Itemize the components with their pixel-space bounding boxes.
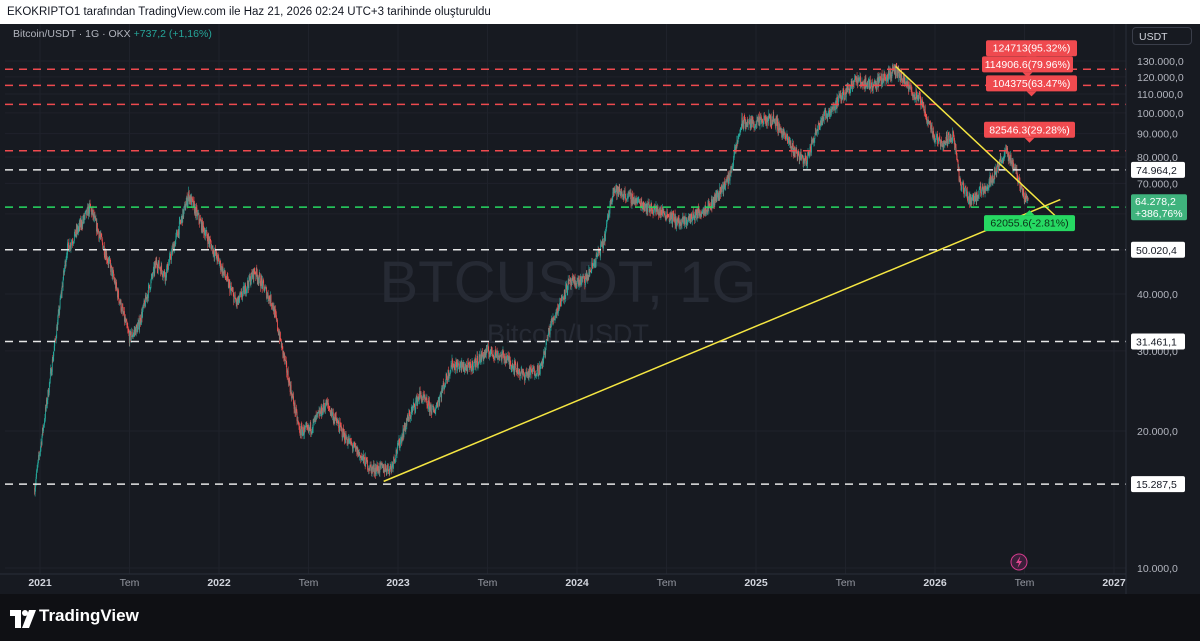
- axis-level-text: 50.020,4: [1136, 245, 1177, 257]
- candle: [431, 404, 433, 410]
- candle: [794, 147, 796, 158]
- candle: [935, 131, 937, 144]
- candle: [838, 90, 840, 102]
- currency-button[interactable]: USDT: [1132, 27, 1192, 45]
- candle: [624, 186, 626, 196]
- watermark-description: Bitcoin/USDT: [487, 319, 649, 349]
- candle: [568, 278, 570, 285]
- axis-level-text: 74.964,2: [1136, 165, 1177, 177]
- trendline[interactable]: [383, 198, 1061, 483]
- time-tick-label: 2023: [386, 577, 410, 589]
- candle: [843, 88, 845, 104]
- target-label-text: 114906.6(79.96%): [985, 59, 1071, 71]
- target-label-text: 104375(63.47%): [993, 78, 1071, 90]
- axis-level-label[interactable]: 50.020,4: [1131, 241, 1185, 258]
- candle: [452, 366, 454, 373]
- candle: [663, 208, 665, 214]
- symbol-change: +737,2 (+1,16%): [133, 28, 212, 40]
- target-label[interactable]: 62055.6(-2.81%): [984, 210, 1075, 232]
- price-tick-label: 20.000,0: [1137, 426, 1178, 438]
- candle: [176, 229, 178, 236]
- time-tick-label: 2025: [744, 577, 768, 589]
- candle: [931, 122, 933, 134]
- candle: [233, 296, 235, 304]
- candle: [728, 170, 730, 179]
- axis-level-label[interactable]: 31.461,1: [1131, 333, 1185, 350]
- candle: [798, 149, 800, 157]
- candle: [158, 257, 160, 269]
- price-tick-label: 90.000,0: [1137, 129, 1178, 141]
- current-price-value: 64.278,2: [1135, 196, 1176, 208]
- target-label[interactable]: 104375(63.47%): [986, 75, 1077, 97]
- target-label[interactable]: 114906.6(79.96%): [982, 56, 1073, 78]
- price-tick-label: 130.000,0: [1137, 56, 1184, 68]
- price-tick-label: 110.000,0: [1137, 89, 1183, 101]
- level-labels: 124713(95.32%) 114906.6(79.96%) 104375(63.…: [982, 40, 1077, 232]
- time-tick-label: 2022: [207, 577, 231, 589]
- candle: [747, 122, 749, 130]
- time-tick-label: 2024: [565, 577, 589, 589]
- symbol-name[interactable]: Bitcoin/USDT · 1G · OKX: [13, 28, 131, 40]
- candle: [118, 288, 119, 300]
- time-tick-label: Tem: [1015, 577, 1035, 589]
- candle: [387, 463, 389, 474]
- time-tick-label: Tem: [120, 577, 140, 589]
- current-price-label[interactable]: 64.278,2+386,76%: [1131, 194, 1187, 221]
- time-tick-label: Tem: [299, 577, 319, 589]
- lightning-icon[interactable]: [1010, 553, 1028, 571]
- candle: [53, 351, 55, 361]
- current-price-change: +386,76%: [1135, 208, 1183, 220]
- candle: [582, 273, 584, 282]
- price-tick-label: 40.000,0: [1137, 289, 1178, 301]
- candle: [131, 328, 133, 339]
- price-tick-label: 70.000,0: [1137, 178, 1178, 190]
- target-label-text: 62055.6(-2.81%): [990, 218, 1068, 230]
- candle: [1004, 150, 1006, 158]
- price-tick-label: 100.000,0: [1137, 108, 1184, 120]
- axis-level-label[interactable]: 15.287,5: [1131, 476, 1185, 493]
- tradingview-logo-icon[interactable]: [10, 610, 36, 628]
- target-label-text: 124713(95.32%): [993, 43, 1071, 55]
- candle: [250, 272, 252, 285]
- candle: [918, 93, 920, 103]
- candle: [317, 409, 319, 418]
- chart-page: EKOKRIPTO1 tarafından TradingView.com il…: [0, 0, 1200, 641]
- time-tick-label: 2027: [1102, 577, 1126, 589]
- axis-level-text: 31.461,1: [1136, 336, 1177, 348]
- time-tick-label: 2021: [28, 577, 52, 589]
- price-tick-label: 10.000,0: [1137, 563, 1178, 575]
- axis-level-label[interactable]: 74.964,2: [1131, 161, 1185, 178]
- target-label-text: 82546.3(29.28%): [989, 124, 1070, 136]
- axis-level-text: 15.287,5: [1136, 479, 1177, 491]
- footer: [0, 594, 1200, 641]
- candle: [1023, 188, 1025, 199]
- time-tick-label: Tem: [836, 577, 856, 589]
- time-axis: 2021 Tem 2022 Tem 2023 Tem 2024 Tem 2025 Tem 2026 T…: [28, 577, 1126, 589]
- candle: [1027, 197, 1029, 201]
- time-tick-label: Tem: [657, 577, 677, 589]
- candle: [803, 155, 804, 169]
- axis-level-labels: 74.964,2 50.020,4 31.461,1 15.287,5 64.278,2…: [1131, 161, 1187, 493]
- time-tick-label: Tem: [478, 577, 498, 589]
- price-axis: 130.000,0 120.000,0 110.000,0 100.000,0 90.0…: [1137, 56, 1184, 575]
- time-tick-label: 2026: [923, 577, 947, 589]
- target-label[interactable]: 82546.3(29.28%): [984, 121, 1075, 143]
- candle: [267, 289, 269, 299]
- price-tick-label: 120.000,0: [1137, 72, 1184, 84]
- tradingview-wordmark[interactable]: TradingView: [39, 606, 139, 626]
- price-chart[interactable]: BTCUSDT, 1G Bitcoin/USDT 124713(95.32%)1…: [0, 0, 1200, 641]
- symbol-info[interactable]: Bitcoin/USDT · 1G · OKX +737,2 (+1,16%): [13, 28, 212, 40]
- candle: [67, 239, 68, 259]
- candle: [110, 263, 112, 276]
